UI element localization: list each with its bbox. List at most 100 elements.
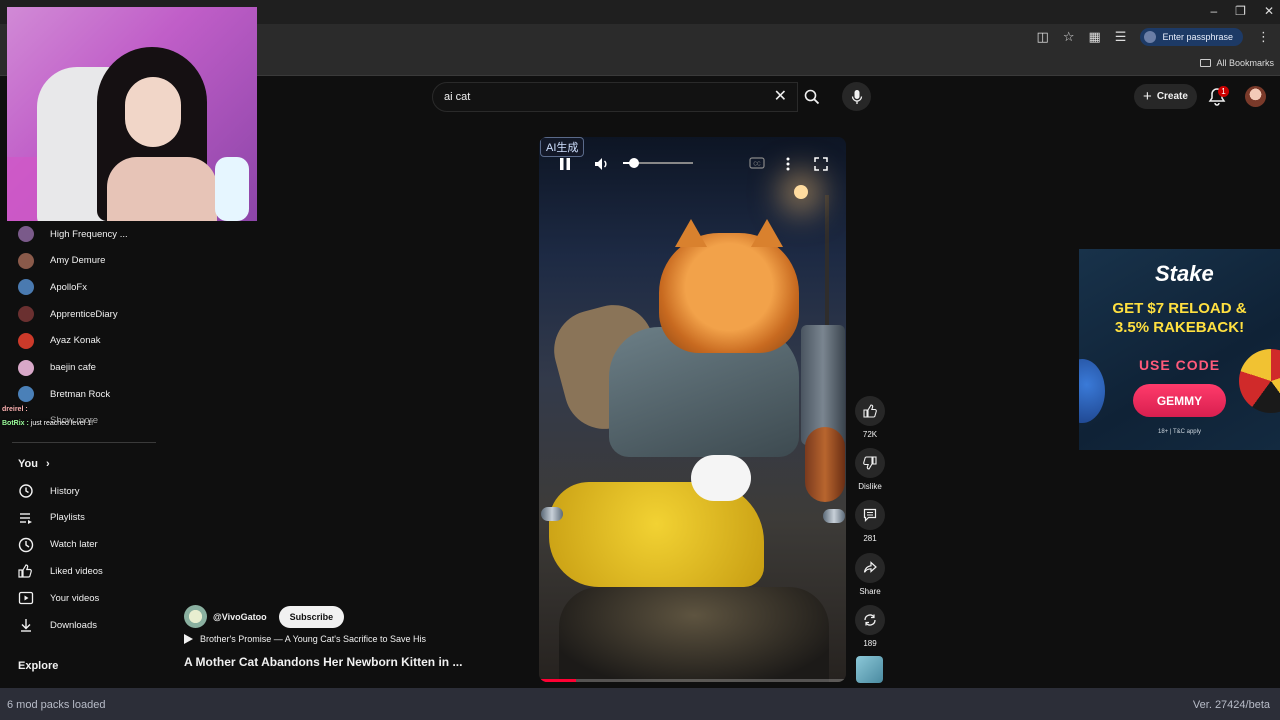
- sidebar-item-downloads[interactable]: Downloads: [18, 617, 97, 633]
- subscription-item[interactable]: Bretman Rock: [18, 386, 110, 403]
- folder-icon: [1200, 59, 1212, 67]
- mute-button[interactable]: [594, 157, 610, 171]
- subscription-label: Ayaz Konak: [50, 335, 101, 347]
- share-label: Share: [859, 587, 881, 596]
- create-label: Create: [1156, 91, 1188, 102]
- volume-slider-knob[interactable]: [628, 158, 639, 168]
- restore-icon[interactable]: ❐: [1235, 4, 1246, 18]
- chat-username: dreirel :: [2, 406, 28, 413]
- you-section-label: You: [18, 458, 38, 470]
- clear-search-icon[interactable]: ✕: [774, 88, 787, 106]
- channel-avatar: [18, 226, 34, 242]
- comment-count: 281: [863, 534, 877, 543]
- playlist-title: Brother's Promise — A Young Cat's Sacrif…: [200, 634, 427, 644]
- sidebar-item-watch-later[interactable]: Watch later: [18, 537, 98, 553]
- thumbs-up-icon: [863, 404, 877, 418]
- sidebar-item-playlists[interactable]: Playlists: [18, 510, 85, 526]
- sidebar-item-your-videos[interactable]: Your videos: [18, 590, 99, 606]
- desk-lamp: [215, 157, 249, 221]
- voice-search-button[interactable]: [842, 82, 871, 111]
- sidebar-item-label: Liked videos: [50, 565, 103, 577]
- close-window-icon[interactable]: ✕: [1264, 4, 1274, 18]
- minimize-icon[interactable]: –: [1210, 4, 1217, 18]
- stake-ad-banner[interactable]: Stake GET $7 RELOAD & 3.5% RAKEBACK! USE…: [1079, 249, 1280, 450]
- subscription-item[interactable]: Amy Demure: [18, 252, 105, 269]
- sidebar-item-label: Your videos: [50, 592, 100, 604]
- subscription-item[interactable]: baejin cafe: [18, 359, 96, 376]
- sidebar-item-history[interactable]: History: [18, 483, 80, 499]
- toolbar-icons: ◫ ☆ ▦ ☰ Enter passphrase ⋮: [1037, 28, 1270, 46]
- subscription-label: High Frequency ...: [50, 228, 128, 240]
- like-count: 72K: [862, 430, 878, 439]
- orange-cat: [659, 219, 799, 353]
- you-section-header[interactable]: You ›: [18, 458, 50, 470]
- more-options-button[interactable]: [785, 157, 791, 171]
- bookmark-star-icon[interactable]: ☆: [1063, 29, 1075, 45]
- cat-ear: [675, 219, 707, 247]
- dislike-label: Dislike: [858, 482, 882, 491]
- video-progress-bar[interactable]: [539, 679, 846, 682]
- extensions-icon[interactable]: ▦: [1089, 29, 1101, 45]
- sidebar-item-liked[interactable]: Liked videos: [18, 563, 103, 579]
- share-button[interactable]: Share: [855, 553, 885, 596]
- sound-source-thumbnail[interactable]: [856, 656, 883, 683]
- sidebar-divider: [12, 442, 156, 443]
- share-icon: [863, 561, 877, 573]
- video-title[interactable]: A Mother Cat Abandons Her Newborn Kitten…: [184, 655, 462, 669]
- search-button[interactable]: [797, 82, 827, 112]
- remix-icon: [864, 614, 876, 626]
- comments-button[interactable]: 281: [855, 500, 885, 543]
- all-bookmarks-button[interactable]: All Bookmarks: [1200, 58, 1274, 68]
- chevron-right-icon: ›: [45, 458, 50, 470]
- channel-avatar: [18, 252, 34, 269]
- browser-menu-icon[interactable]: ⋮: [1257, 29, 1270, 45]
- shorts-video-player[interactable]: AI生成 CC: [539, 137, 846, 682]
- fullscreen-button[interactable]: [814, 157, 828, 171]
- volume-slider[interactable]: [623, 158, 693, 168]
- subscription-item[interactable]: ApolloFx: [18, 279, 87, 296]
- streamer-body: [107, 157, 217, 221]
- playlists-icon: [20, 513, 32, 524]
- channel-avatar[interactable]: [184, 605, 207, 628]
- remix-button[interactable]: 189: [855, 605, 885, 648]
- subscription-item[interactable]: High Frequency ...: [18, 226, 128, 242]
- sidebar: High Frequency ... Amy Demure ApolloFx Appr…: [0, 222, 160, 688]
- downloads-icon: [21, 619, 31, 632]
- subscription-item[interactable]: Ayaz Konak: [18, 332, 101, 349]
- street-lamp-pole: [825, 195, 829, 335]
- chat-text: just reached level 1!: [30, 420, 94, 427]
- channel-name[interactable]: @VivoGatoo: [213, 612, 267, 622]
- dislike-button[interactable]: Dislike: [855, 448, 885, 491]
- explore-section-header: Explore: [18, 660, 59, 672]
- media-control-icon[interactable]: ☰: [1115, 29, 1127, 45]
- streamer-face: [125, 77, 181, 147]
- closed-captions-icon: CC: [749, 157, 765, 169]
- comment-icon: [863, 508, 877, 522]
- pause-button[interactable]: [558, 157, 572, 171]
- rusty-barrel: [805, 427, 845, 502]
- create-button[interactable]: + Create: [1134, 84, 1197, 109]
- play-icon: [184, 634, 193, 644]
- subscribe-button[interactable]: Subscribe: [278, 605, 345, 628]
- sidebar-item-label: Downloads: [50, 619, 97, 631]
- install-app-icon[interactable]: ◫: [1037, 29, 1049, 45]
- playlist-link[interactable]: Brother's Promise — A Young Cat's Sacrif…: [184, 634, 426, 644]
- soda-can: [541, 507, 563, 521]
- ad-cta-button[interactable]: GEMMY: [1133, 384, 1226, 417]
- like-button[interactable]: 72K: [855, 396, 885, 439]
- subscription-label: baejin cafe: [50, 362, 96, 373]
- ad-headline: GET $7 RELOAD & 3.5% RAKEBACK!: [1079, 299, 1280, 337]
- passphrase-button[interactable]: Enter passphrase: [1140, 28, 1243, 46]
- account-avatar[interactable]: [1245, 86, 1266, 107]
- pause-icon: [560, 158, 570, 170]
- captions-button[interactable]: CC: [749, 157, 765, 169]
- sidebar-item-label: History: [50, 485, 80, 497]
- sidebar-item-label: Watch later: [50, 539, 98, 551]
- subscription-item[interactable]: ApprenticeDiary: [18, 306, 118, 323]
- stream-chat-message: dreirel :: [2, 406, 28, 413]
- search-input[interactable]: ai cat ✕: [432, 82, 798, 112]
- street-lamp-light: [794, 185, 808, 199]
- channel-avatar: [18, 386, 34, 403]
- history-icon: [19, 484, 33, 498]
- plus-icon: +: [1143, 88, 1152, 105]
